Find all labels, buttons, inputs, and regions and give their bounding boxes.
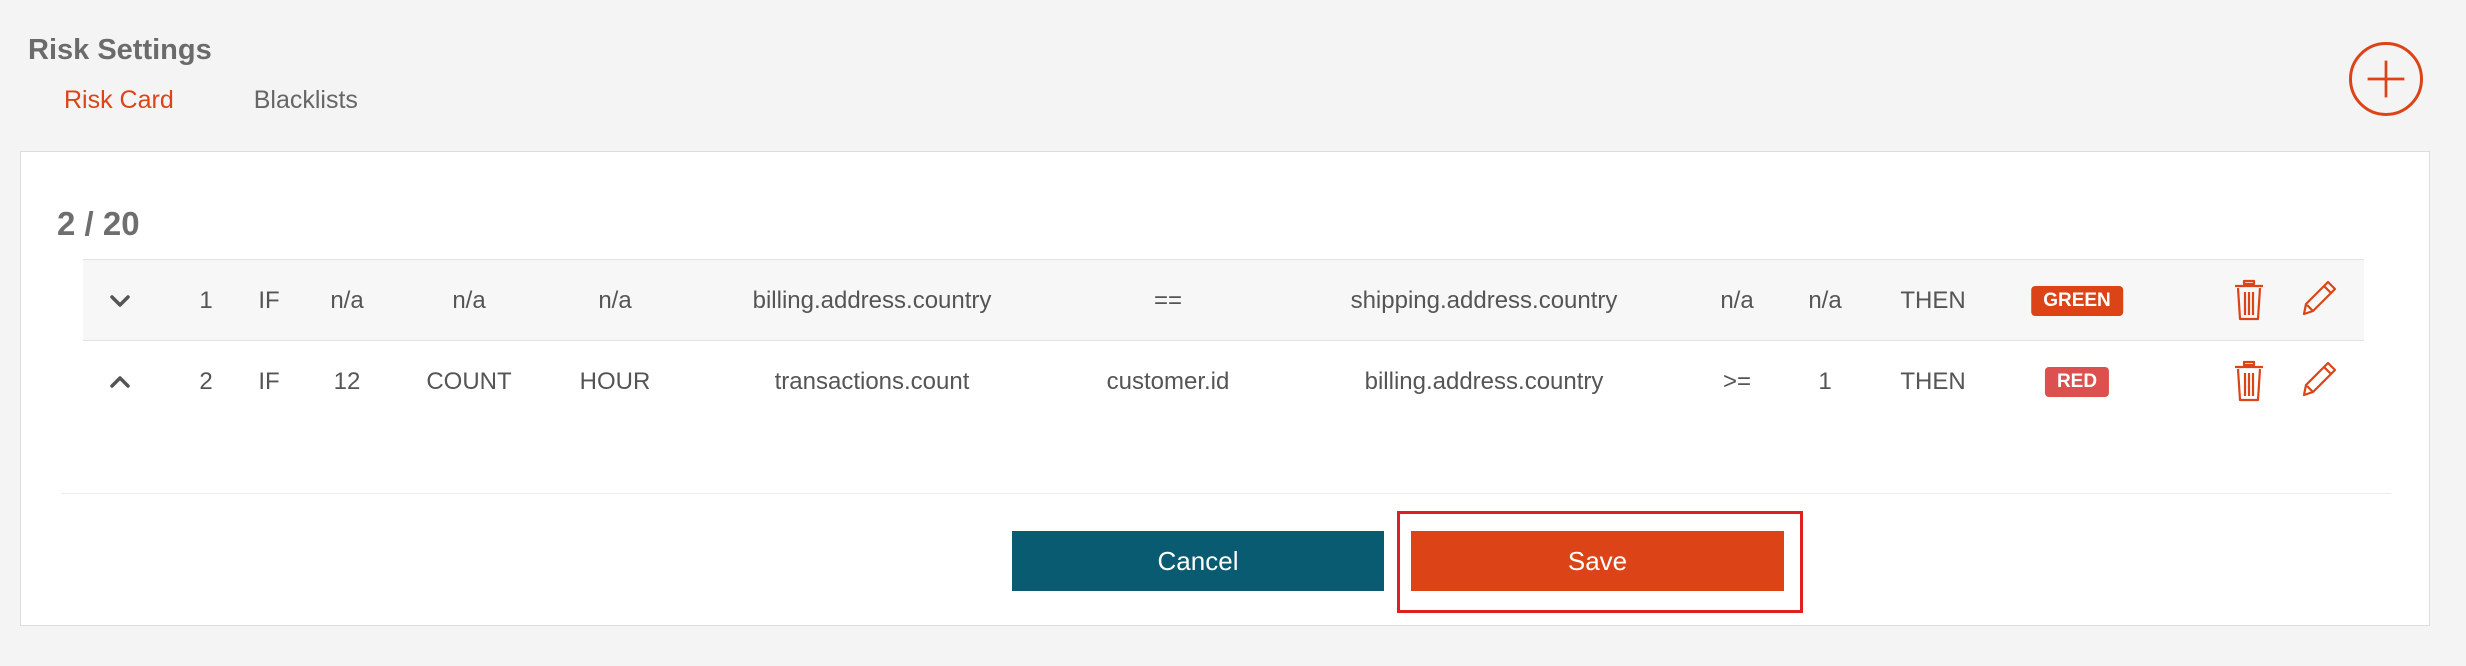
rule-field: billing.address.country bbox=[752, 287, 992, 314]
chevron-up-icon bbox=[110, 376, 130, 388]
rule-if: IF bbox=[258, 287, 280, 314]
rule-function: n/a bbox=[452, 287, 486, 314]
rule-index: 1 bbox=[199, 287, 213, 314]
save-button[interactable]: Save bbox=[1411, 531, 1784, 591]
edit-rule-button[interactable] bbox=[2300, 278, 2340, 322]
rule-compare-field: shipping.address.country bbox=[1350, 287, 1618, 314]
tab-bar: Risk Card Blacklists bbox=[64, 86, 438, 115]
rule-if: IF bbox=[258, 368, 280, 395]
rules-card: 2 / 20 1 IF n/a n/a n/a billing.address.… bbox=[20, 151, 2430, 626]
rule-operator: n/a bbox=[1720, 287, 1754, 314]
plus-icon bbox=[2367, 60, 2405, 98]
divider bbox=[61, 493, 2391, 494]
rule-operator: >= bbox=[1722, 368, 1752, 395]
cancel-button[interactable]: Cancel bbox=[1012, 531, 1384, 591]
rule-value: n/a bbox=[1808, 287, 1842, 314]
rule-then: THEN bbox=[1900, 368, 1966, 395]
rule-threshold: 12 bbox=[333, 368, 361, 395]
page-title: Risk Settings bbox=[28, 34, 212, 66]
pencil-icon bbox=[2302, 280, 2337, 316]
trash-icon bbox=[2235, 360, 2263, 402]
rule-field: transactions.count bbox=[774, 368, 970, 395]
rule-threshold: n/a bbox=[330, 287, 364, 314]
rule-group-by: customer.id bbox=[1106, 368, 1230, 395]
add-rule-button[interactable] bbox=[2349, 42, 2423, 116]
pencil-icon bbox=[2302, 361, 2337, 397]
rule-compare-field: billing.address.country bbox=[1364, 368, 1604, 395]
rule-row: 2 IF 12 COUNT HOUR transactions.count cu… bbox=[83, 341, 2364, 423]
edit-rule-button[interactable] bbox=[2300, 359, 2340, 403]
tab-risk-card[interactable]: Risk Card bbox=[64, 86, 174, 115]
rule-index: 2 bbox=[199, 368, 213, 395]
rule-value: 1 bbox=[1818, 368, 1832, 395]
tab-blacklists[interactable]: Blacklists bbox=[254, 86, 358, 115]
rule-function: COUNT bbox=[426, 368, 512, 395]
rule-row: 1 IF n/a n/a n/a billing.address.country… bbox=[83, 259, 2364, 341]
trash-icon bbox=[2235, 279, 2263, 321]
rules-list: 1 IF n/a n/a n/a billing.address.country… bbox=[83, 259, 2364, 423]
status-badge: GREEN bbox=[2031, 286, 2123, 316]
chevron-down-icon bbox=[110, 295, 130, 307]
rule-count: 2 / 20 bbox=[57, 205, 140, 242]
delete-rule-button[interactable] bbox=[2229, 359, 2269, 403]
collapse-toggle[interactable] bbox=[108, 370, 132, 394]
status-badge: RED bbox=[2044, 367, 2110, 397]
rule-period: n/a bbox=[598, 287, 632, 314]
rule-group-by: == bbox=[1153, 287, 1183, 314]
collapse-toggle[interactable] bbox=[108, 289, 132, 313]
delete-rule-button[interactable] bbox=[2229, 278, 2269, 322]
rule-period: HOUR bbox=[579, 368, 651, 395]
rule-then: THEN bbox=[1900, 287, 1966, 314]
